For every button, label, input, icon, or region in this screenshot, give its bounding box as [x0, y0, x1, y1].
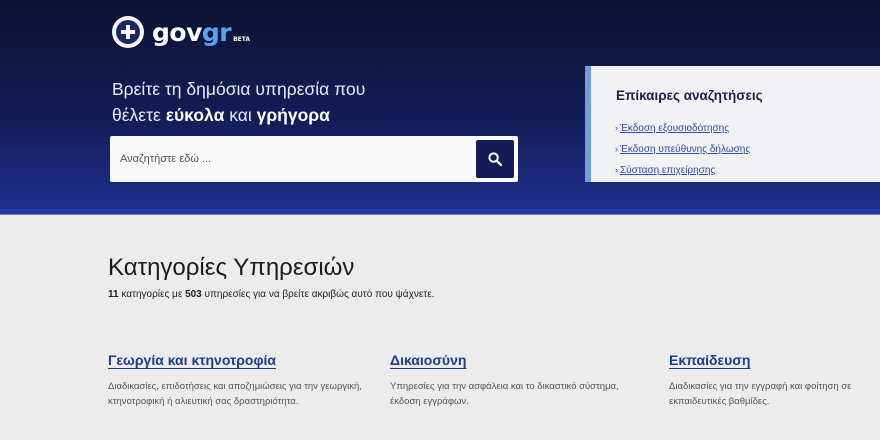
category-card-agriculture: Γεωργία και κτηνοτροφία Διαδικασίες, επι… — [108, 350, 368, 409]
chevron-right-icon: › — [615, 144, 618, 154]
trending-list: › Έκδοση εξουσιοδότησης › Έκδοση υπεύθυνης… — [615, 118, 750, 181]
search-icon — [488, 152, 502, 166]
category-link-agriculture[interactable]: Γεωργία και κτηνοτροφία — [108, 352, 276, 368]
trending-item: › Έκδοση εξουσιοδότησης — [615, 118, 750, 139]
headline-text: θέλετε — [112, 105, 161, 125]
trending-link-business-setup[interactable]: Σύσταση επιχείρησης — [620, 165, 715, 176]
categories-summary: 11 κατηγορίες με 503 υπηρεσίες για να βρ… — [108, 289, 434, 300]
chevron-right-icon: › — [615, 123, 618, 133]
trending-item: › Έκδοση υπεύθυνης δήλωσης — [615, 139, 750, 160]
headline-line1: Βρείτε τη δημόσια υπηρεσία που — [112, 79, 366, 99]
beta-badge: BETA — [233, 36, 251, 43]
headline-text: και — [229, 105, 252, 125]
search-input[interactable] — [110, 136, 470, 182]
category-link-education[interactable]: Εκπαίδευση — [669, 352, 750, 368]
brand-wordmark: govgr — [152, 17, 232, 47]
headline-emphasis-fast: γρήγορα — [256, 105, 330, 125]
brand-gov: gov — [152, 17, 202, 47]
category-description: Υπηρεσίες για την ασφάλεια και το δικαστ… — [390, 381, 619, 407]
brand-gr: gr — [201, 17, 232, 47]
search-button[interactable] — [476, 140, 514, 178]
search-box — [110, 136, 518, 182]
headline-line2: θέλετε εύκολα και γρήγορα — [112, 102, 365, 128]
trending-searches-panel: Επίκαιρες αναζητήσεις › Έκδοση εξουσιοδότ… — [585, 66, 880, 182]
summary-text: κατηγορίες με — [121, 289, 183, 300]
categories-heading: Κατηγορίες Υπηρεσιών — [108, 254, 355, 281]
trending-item: › Σύσταση επιχείρησης — [615, 160, 750, 181]
category-link-justice[interactable]: Δικαιοσύνη — [390, 352, 466, 368]
trending-link-solemn-declaration[interactable]: Έκδοση υπεύθυνης δήλωσης — [620, 144, 750, 155]
category-count: 11 — [108, 289, 119, 300]
govgr-logo[interactable]: govgr BETA — [112, 16, 250, 48]
category-card-justice: Δικαιοσύνη Υπηρεσίες για την ασφάλεια κα… — [390, 350, 650, 409]
hero-divider — [0, 209, 880, 215]
headline-emphasis-easy: εύκολα — [165, 105, 225, 125]
category-description: Διαδικασίες, επιδοτήσεις και αποζημιώσει… — [108, 381, 362, 407]
hero-headline: Βρείτε τη δημόσια υπηρεσία που θέλετε εύ… — [112, 76, 365, 128]
trending-title: Επίκαιρες αναζητήσεις — [616, 88, 763, 103]
category-description: Διαδικασίες για την εγγραφή και φοίτηση … — [669, 381, 852, 407]
greek-seal-icon — [112, 16, 144, 48]
category-card-education: Εκπαίδευση Διαδικασίες για την εγγραφή κ… — [669, 350, 874, 409]
chevron-right-icon: › — [615, 165, 618, 175]
trending-link-authorization[interactable]: Έκδοση εξουσιοδότησης — [620, 123, 729, 134]
summary-text: υπηρεσίες για να βρείτε ακριβώς αυτό που… — [204, 289, 435, 300]
service-count: 503 — [185, 289, 202, 300]
